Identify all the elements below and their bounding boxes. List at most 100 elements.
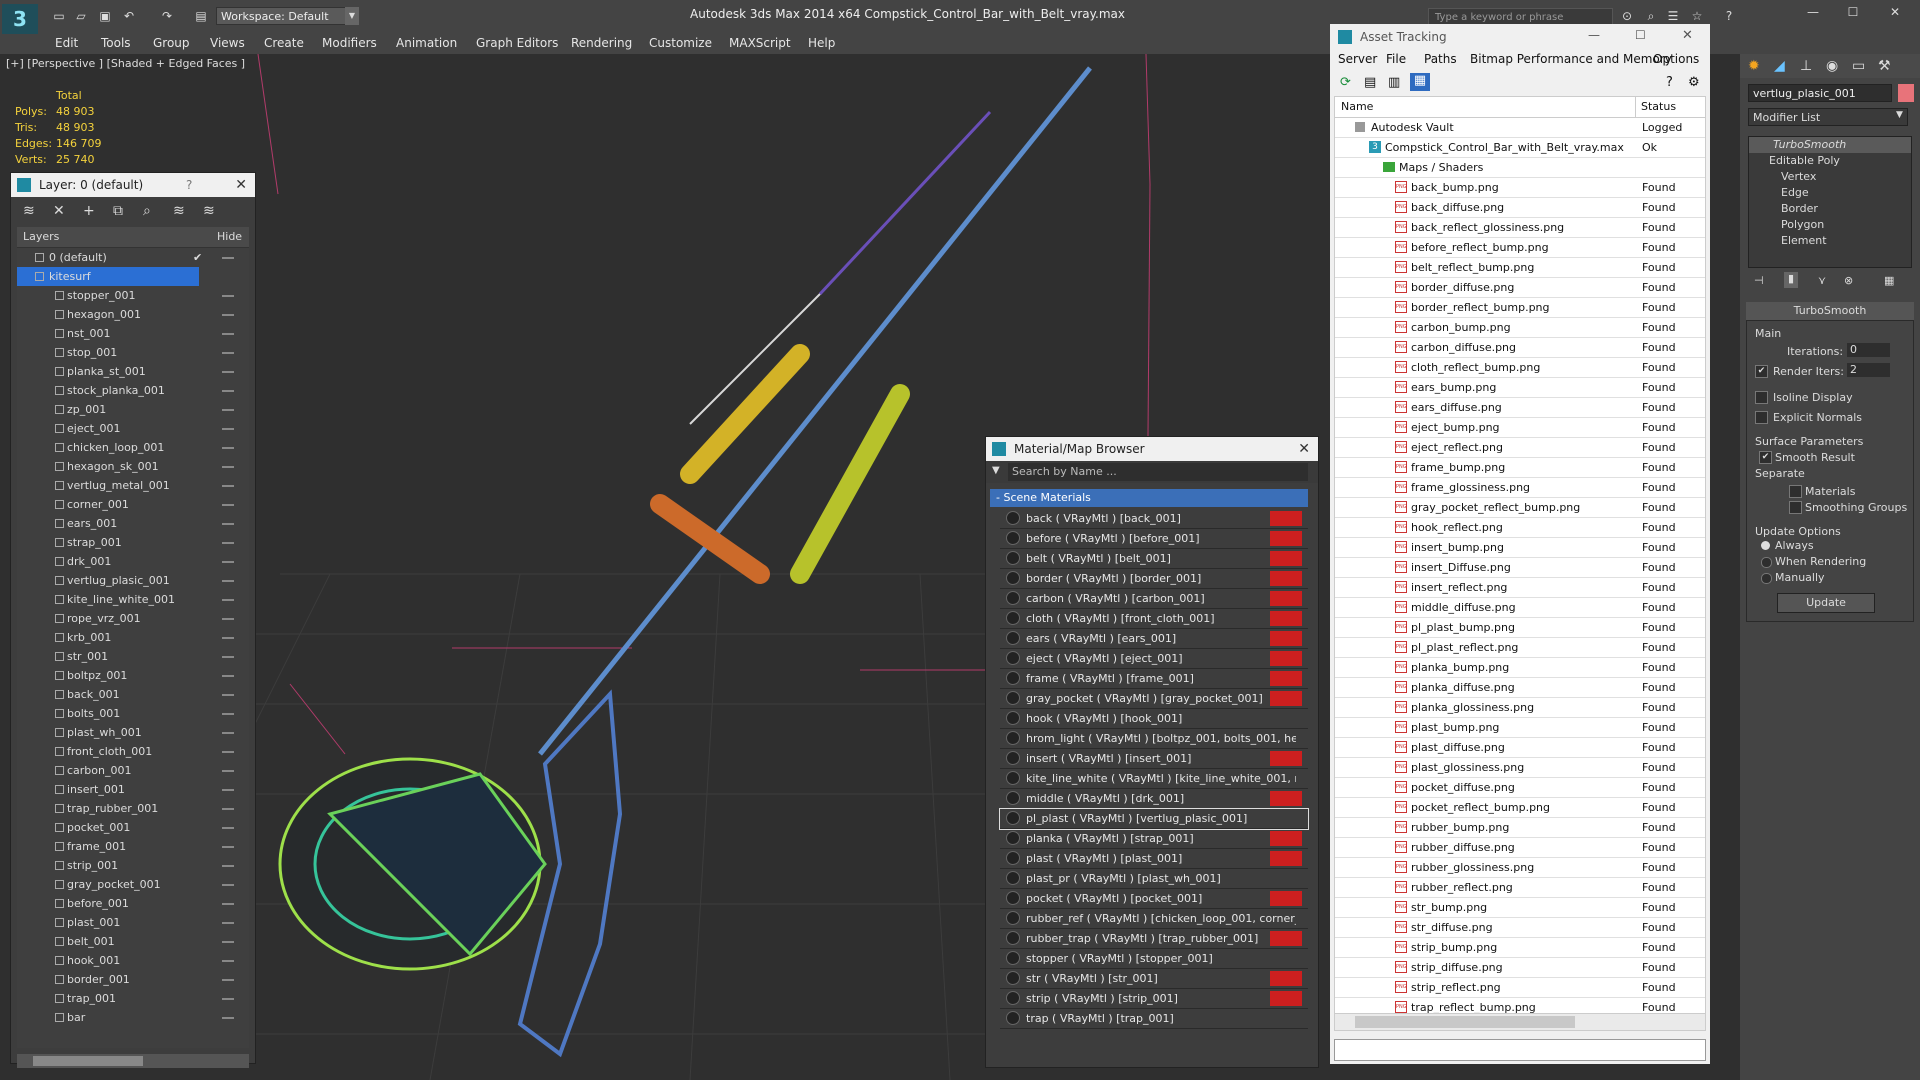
layer-object-row[interactable]: strap_001 xyxy=(17,533,249,552)
layers-column-header[interactable]: Layers xyxy=(23,227,59,247)
asset-map-row[interactable]: PNG middle_diffuse.png Found xyxy=(1335,598,1705,618)
asset-map-row[interactable]: PNG pl_plast_reflect.png Found xyxy=(1335,638,1705,658)
smoothing-groups-checkbox[interactable] xyxy=(1789,501,1802,514)
hide-toggle[interactable] xyxy=(222,485,234,487)
material-row[interactable]: before ( VRayMtl ) [before_001] xyxy=(1000,529,1308,549)
menu-graph-editors[interactable]: Graph Editors xyxy=(476,36,558,50)
menu-bitmap-performance[interactable]: Bitmap Performance and Memory xyxy=(1470,52,1672,66)
asset-map-row[interactable]: PNG pl_plast_bump.png Found xyxy=(1335,618,1705,638)
layer-object-row[interactable]: bar xyxy=(17,1008,249,1027)
layer-row-default[interactable]: 0 (default) ✔ xyxy=(17,248,249,267)
stack-item-element[interactable]: Element xyxy=(1749,233,1911,249)
material-row[interactable]: hrom_light ( VRayMtl ) [boltpz_001, bolt… xyxy=(1000,729,1308,749)
layer-object-row[interactable]: stop_001 xyxy=(17,343,249,362)
material-row[interactable]: pl_plast ( VRayMtl ) [vertlug_plasic_001… xyxy=(999,808,1309,830)
stack-item-border[interactable]: Border xyxy=(1749,201,1911,217)
menu-options[interactable]: Options xyxy=(1653,52,1699,66)
hide-toggle[interactable] xyxy=(222,770,234,772)
show-end-result-icon[interactable]: ▮ xyxy=(1784,272,1798,288)
close-icon[interactable]: ✕ xyxy=(1888,5,1902,19)
active-layer-check-icon[interactable]: ✔ xyxy=(193,248,202,267)
isoline-checkbox[interactable] xyxy=(1755,391,1768,404)
layer-object-row[interactable]: vertlug_metal_001 xyxy=(17,476,249,495)
hide-toggle[interactable] xyxy=(222,561,234,563)
asset-map-row[interactable]: PNG back_bump.png Found xyxy=(1335,178,1705,198)
asset-map-row[interactable]: PNG pocket_reflect_bump.png Found xyxy=(1335,798,1705,818)
menu-views[interactable]: Views xyxy=(210,36,245,50)
layer-object-row[interactable]: pocket_001 xyxy=(17,818,249,837)
asset-map-row[interactable]: PNG before_reflect_bump.png Found xyxy=(1335,238,1705,258)
hide-toggle[interactable] xyxy=(222,789,234,791)
asset-row-maps-folder[interactable]: Maps / Shaders xyxy=(1335,158,1705,178)
hide-column-header[interactable]: Hide xyxy=(217,227,242,247)
menu-animation[interactable]: Animation xyxy=(396,36,457,50)
asset-map-row[interactable]: PNG back_reflect_glossiness.png Found xyxy=(1335,218,1705,238)
redo-icon[interactable]: ↷ xyxy=(160,9,174,23)
hide-toggle[interactable] xyxy=(222,865,234,867)
hide-toggle[interactable] xyxy=(222,941,234,943)
asset-map-row[interactable]: PNG strip_bump.png Found xyxy=(1335,938,1705,958)
close-icon[interactable]: ✕ xyxy=(1298,437,1310,461)
make-unique-icon[interactable]: ⋎ xyxy=(1818,274,1826,287)
hide-toggle[interactable] xyxy=(222,960,234,962)
hide-toggle[interactable] xyxy=(222,846,234,848)
hide-toggle[interactable] xyxy=(222,371,234,373)
asset-map-row[interactable]: PNG cloth_reflect_bump.png Found xyxy=(1335,358,1705,378)
material-row[interactable]: trap ( VRayMtl ) [trap_001] xyxy=(1000,1009,1308,1029)
hide-toggle[interactable] xyxy=(222,732,234,734)
layer-object-row[interactable]: zp_001 xyxy=(17,400,249,419)
menu-edit[interactable]: Edit xyxy=(55,36,78,50)
utilities-tab-icon[interactable]: ⚒ xyxy=(1878,58,1891,74)
menu-file[interactable]: File xyxy=(1386,52,1406,66)
asset-map-row[interactable]: PNG border_diffuse.png Found xyxy=(1335,278,1705,298)
layer-object-row[interactable]: kite_line_white_001 xyxy=(17,590,249,609)
hide-toggle[interactable] xyxy=(222,466,234,468)
asset-map-row[interactable]: PNG plast_glossiness.png Found xyxy=(1335,758,1705,778)
explicit-normals-checkbox[interactable] xyxy=(1755,411,1768,424)
minimize-icon[interactable]: — xyxy=(1588,28,1600,42)
asset-map-row[interactable]: PNG rubber_diffuse.png Found xyxy=(1335,838,1705,858)
workspace-dropdown[interactable]: Workspace: Default xyxy=(216,7,358,25)
layer-object-row[interactable]: belt_001 xyxy=(17,932,249,951)
search-icon[interactable]: ⌕ xyxy=(1644,9,1658,23)
create-layer-icon[interactable]: ≋ xyxy=(23,203,35,219)
layer-object-row[interactable]: front_cloth_001 xyxy=(17,742,249,761)
hide-toggle[interactable] xyxy=(222,333,234,335)
material-row[interactable]: eject ( VRayMtl ) [eject_001] xyxy=(1000,649,1308,669)
menu-tools[interactable]: Tools xyxy=(101,36,131,50)
delete-layer-icon[interactable]: ✕ xyxy=(53,203,65,219)
configure-sets-icon[interactable]: ▦ xyxy=(1884,274,1894,287)
asset-map-row[interactable]: PNG planka_glossiness.png Found xyxy=(1335,698,1705,718)
hide-toggle[interactable] xyxy=(222,922,234,924)
material-row[interactable]: back ( VRayMtl ) [back_001] xyxy=(1000,509,1308,529)
stack-item-editable-poly[interactable]: Editable Poly xyxy=(1749,153,1911,169)
asset-map-row[interactable]: PNG plast_bump.png Found xyxy=(1335,718,1705,738)
render-iters-checkbox[interactable]: ✔ xyxy=(1755,365,1768,378)
hide-toggle[interactable] xyxy=(222,713,234,715)
add-to-layer-icon[interactable]: + xyxy=(83,203,95,219)
status-column-header[interactable]: Status xyxy=(1641,97,1676,117)
hide-toggle[interactable] xyxy=(222,390,234,392)
table-view-icon[interactable]: ▦ xyxy=(1410,73,1430,91)
layer-object-row[interactable]: planka_st_001 xyxy=(17,362,249,381)
settings-icon[interactable]: ⚙ xyxy=(1688,75,1700,90)
material-row[interactable]: rubber_ref ( VRayMtl ) [chicken_loop_001… xyxy=(1000,909,1308,929)
material-browser-titlebar[interactable]: Material/Map Browser ✕ xyxy=(986,437,1318,461)
hide-toggle[interactable] xyxy=(222,428,234,430)
chevron-down-icon[interactable]: ▼ xyxy=(992,465,1000,476)
hide-toggle[interactable] xyxy=(222,656,234,658)
material-row[interactable]: middle ( VRayMtl ) [drk_001] xyxy=(1000,789,1308,809)
menu-help[interactable]: Help xyxy=(808,36,835,50)
undo-icon[interactable]: ↶ xyxy=(122,9,136,23)
asset-map-row[interactable]: PNG carbon_bump.png Found xyxy=(1335,318,1705,338)
asset-map-row[interactable]: PNG planka_diffuse.png Found xyxy=(1335,678,1705,698)
menu-rendering[interactable]: Rendering xyxy=(571,36,632,50)
hide-toggle[interactable] xyxy=(222,523,234,525)
layer-object-row[interactable]: plast_001 xyxy=(17,913,249,932)
hide-toggle[interactable] xyxy=(222,903,234,905)
asset-map-row[interactable]: PNG belt_reflect_bump.png Found xyxy=(1335,258,1705,278)
menu-customize[interactable]: Customize xyxy=(649,36,712,50)
scroll-thumb[interactable] xyxy=(1355,1016,1575,1028)
menu-server[interactable]: Server xyxy=(1338,52,1377,66)
layer-object-row[interactable]: hexagon_sk_001 xyxy=(17,457,249,476)
